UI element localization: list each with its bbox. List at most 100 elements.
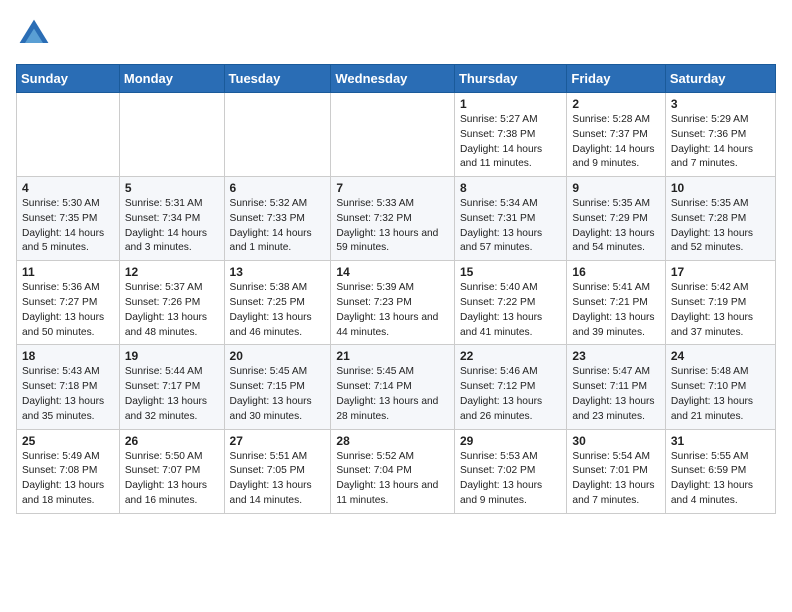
- day-info: Sunrise: 5:36 AM Sunset: 7:27 PM Dayligh…: [22, 281, 114, 340]
- day-number: 4: [22, 181, 114, 195]
- calendar-cell: 19 Sunrise: 5:44 AM Sunset: 7:17 PM Dayli…: [119, 345, 224, 429]
- day-info: Sunrise: 5:44 AM Sunset: 7:17 PM Dayligh…: [125, 365, 219, 424]
- calendar-cell: 15Sunrise: 5:40 AM Sunset: 7:22 PM Dayli…: [454, 261, 566, 345]
- day-info: Sunrise: 5:42 AM Sunset: 7:19 PM Dayligh…: [671, 281, 770, 340]
- day-info: Sunrise: 5:33 AM Sunset: 7:32 PM Dayligh…: [336, 197, 449, 256]
- day-info: Sunrise: 5:47 AM Sunset: 7:11 PM Dayligh…: [572, 365, 659, 424]
- week-row-1: 1 Sunrise: 5:27 AM Sunset: 7:38 PM Daylig…: [17, 93, 776, 177]
- day-info: Sunrise: 5:52 AM Sunset: 7:04 PM Dayligh…: [336, 450, 449, 509]
- calendar-cell: 30 Sunrise: 5:54 AM Sunset: 7:01 PM Dayli…: [567, 429, 665, 513]
- calendar-table: SundayMondayTuesdayWednesdayThursdayFrid…: [16, 64, 776, 514]
- calendar-cell: 2Sunrise: 5:28 AM Sunset: 7:37 PM Daylig…: [567, 93, 665, 177]
- day-info: Sunrise: 5:51 AM Sunset: 7:05 PM Dayligh…: [230, 450, 326, 509]
- day-number: 2: [572, 97, 659, 111]
- day-number: 29: [460, 434, 561, 448]
- header-wednesday: Wednesday: [331, 65, 455, 93]
- header-thursday: Thursday: [454, 65, 566, 93]
- header-saturday: Saturday: [665, 65, 775, 93]
- calendar-cell: 31 Sunrise: 5:55 AM Sunset: 6:59 PM Dayli…: [665, 429, 775, 513]
- calendar-cell: 17 Sunrise: 5:42 AM Sunset: 7:19 PM Dayli…: [665, 261, 775, 345]
- calendar-cell: 10 Sunrise: 5:35 AM Sunset: 7:28 PM Dayli…: [665, 177, 775, 261]
- day-number: 1: [460, 97, 561, 111]
- calendar-cell: 21 Sunrise: 5:45 AM Sunset: 7:14 PM Dayli…: [331, 345, 455, 429]
- day-info: Sunrise: 5:34 AM Sunset: 7:31 PM Dayligh…: [460, 197, 561, 256]
- day-info: Sunrise: 5:27 AM Sunset: 7:38 PM Dayligh…: [460, 113, 561, 172]
- header-tuesday: Tuesday: [224, 65, 331, 93]
- day-info: Sunrise: 5:45 AM Sunset: 7:14 PM Dayligh…: [336, 365, 449, 424]
- day-number: 17: [671, 265, 770, 279]
- day-info: Sunrise: 5:31 AM Sunset: 7:34 PM Dayligh…: [125, 197, 219, 256]
- day-number: 8: [460, 181, 561, 195]
- calendar-cell: 1 Sunrise: 5:27 AM Sunset: 7:38 PM Daylig…: [454, 93, 566, 177]
- calendar-cell: 22Sunrise: 5:46 AM Sunset: 7:12 PM Dayli…: [454, 345, 566, 429]
- day-info: Sunrise: 5:43 AM Sunset: 7:18 PM Dayligh…: [22, 365, 114, 424]
- day-number: 30: [572, 434, 659, 448]
- day-number: 31: [671, 434, 770, 448]
- calendar-cell: 16Sunrise: 5:41 AM Sunset: 7:21 PM Dayli…: [567, 261, 665, 345]
- calendar-header-row: SundayMondayTuesdayWednesdayThursdayFrid…: [17, 65, 776, 93]
- day-number: 9: [572, 181, 659, 195]
- calendar-cell: 29 Sunrise: 5:53 AM Sunset: 7:02 PM Dayli…: [454, 429, 566, 513]
- day-number: 12: [125, 265, 219, 279]
- calendar-cell: 6 Sunrise: 5:32 AM Sunset: 7:33 PM Daylig…: [224, 177, 331, 261]
- day-number: 19: [125, 349, 219, 363]
- day-info: Sunrise: 5:40 AM Sunset: 7:22 PM Dayligh…: [460, 281, 561, 340]
- calendar-cell: [224, 93, 331, 177]
- day-info: Sunrise: 5:41 AM Sunset: 7:21 PM Dayligh…: [572, 281, 659, 340]
- calendar-cell: 27 Sunrise: 5:51 AM Sunset: 7:05 PM Dayli…: [224, 429, 331, 513]
- day-number: 21: [336, 349, 449, 363]
- day-info: Sunrise: 5:35 AM Sunset: 7:28 PM Dayligh…: [671, 197, 770, 256]
- day-info: Sunrise: 5:54 AM Sunset: 7:01 PM Dayligh…: [572, 450, 659, 509]
- header-monday: Monday: [119, 65, 224, 93]
- logo: [16, 16, 58, 52]
- calendar-cell: 4 Sunrise: 5:30 AM Sunset: 7:35 PM Daylig…: [17, 177, 120, 261]
- day-number: 7: [336, 181, 449, 195]
- day-info: Sunrise: 5:53 AM Sunset: 7:02 PM Dayligh…: [460, 450, 561, 509]
- calendar-cell: 20Sunrise: 5:45 AM Sunset: 7:15 PM Dayli…: [224, 345, 331, 429]
- calendar-cell: 28Sunrise: 5:52 AM Sunset: 7:04 PM Dayli…: [331, 429, 455, 513]
- header-friday: Friday: [567, 65, 665, 93]
- calendar-cell: 9 Sunrise: 5:35 AM Sunset: 7:29 PM Daylig…: [567, 177, 665, 261]
- day-info: Sunrise: 5:55 AM Sunset: 6:59 PM Dayligh…: [671, 450, 770, 509]
- calendar-cell: 5 Sunrise: 5:31 AM Sunset: 7:34 PM Daylig…: [119, 177, 224, 261]
- calendar-cell: 13Sunrise: 5:38 AM Sunset: 7:25 PM Dayli…: [224, 261, 331, 345]
- calendar-cell: 11 Sunrise: 5:36 AM Sunset: 7:27 PM Dayli…: [17, 261, 120, 345]
- calendar-cell: 18 Sunrise: 5:43 AM Sunset: 7:18 PM Dayli…: [17, 345, 120, 429]
- calendar-cell: 23 Sunrise: 5:47 AM Sunset: 7:11 PM Dayli…: [567, 345, 665, 429]
- page-header: [16, 16, 776, 52]
- day-number: 20: [230, 349, 326, 363]
- week-row-3: 11 Sunrise: 5:36 AM Sunset: 7:27 PM Dayli…: [17, 261, 776, 345]
- day-info: Sunrise: 5:35 AM Sunset: 7:29 PM Dayligh…: [572, 197, 659, 256]
- week-row-4: 18 Sunrise: 5:43 AM Sunset: 7:18 PM Dayli…: [17, 345, 776, 429]
- calendar-cell: 25Sunrise: 5:49 AM Sunset: 7:08 PM Dayli…: [17, 429, 120, 513]
- day-number: 5: [125, 181, 219, 195]
- day-info: Sunrise: 5:32 AM Sunset: 7:33 PM Dayligh…: [230, 197, 326, 256]
- week-row-2: 4 Sunrise: 5:30 AM Sunset: 7:35 PM Daylig…: [17, 177, 776, 261]
- day-number: 10: [671, 181, 770, 195]
- calendar-cell: 8 Sunrise: 5:34 AM Sunset: 7:31 PM Daylig…: [454, 177, 566, 261]
- day-number: 24: [671, 349, 770, 363]
- day-number: 27: [230, 434, 326, 448]
- day-info: Sunrise: 5:30 AM Sunset: 7:35 PM Dayligh…: [22, 197, 114, 256]
- calendar-cell: [331, 93, 455, 177]
- day-number: 26: [125, 434, 219, 448]
- logo-icon: [16, 16, 52, 52]
- day-number: 3: [671, 97, 770, 111]
- calendar-cell: [119, 93, 224, 177]
- calendar-cell: 3Sunrise: 5:29 AM Sunset: 7:36 PM Daylig…: [665, 93, 775, 177]
- calendar-cell: 12 Sunrise: 5:37 AM Sunset: 7:26 PM Dayli…: [119, 261, 224, 345]
- day-number: 6: [230, 181, 326, 195]
- day-info: Sunrise: 5:39 AM Sunset: 7:23 PM Dayligh…: [336, 281, 449, 340]
- calendar-cell: [17, 93, 120, 177]
- day-info: Sunrise: 5:46 AM Sunset: 7:12 PM Dayligh…: [460, 365, 561, 424]
- calendar-cell: 24Sunrise: 5:48 AM Sunset: 7:10 PM Dayli…: [665, 345, 775, 429]
- day-info: Sunrise: 5:38 AM Sunset: 7:25 PM Dayligh…: [230, 281, 326, 340]
- day-info: Sunrise: 5:37 AM Sunset: 7:26 PM Dayligh…: [125, 281, 219, 340]
- day-info: Sunrise: 5:49 AM Sunset: 7:08 PM Dayligh…: [22, 450, 114, 509]
- day-number: 18: [22, 349, 114, 363]
- week-row-5: 25Sunrise: 5:49 AM Sunset: 7:08 PM Dayli…: [17, 429, 776, 513]
- day-number: 23: [572, 349, 659, 363]
- calendar-cell: 14Sunrise: 5:39 AM Sunset: 7:23 PM Dayli…: [331, 261, 455, 345]
- header-sunday: Sunday: [17, 65, 120, 93]
- day-number: 11: [22, 265, 114, 279]
